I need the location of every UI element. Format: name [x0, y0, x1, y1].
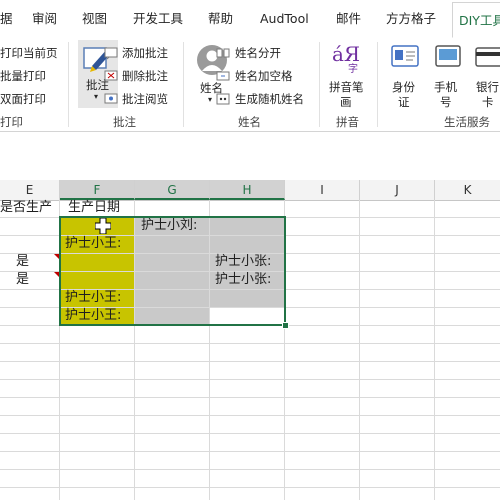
name-group-label: 姓名	[238, 115, 261, 129]
grid-line	[359, 200, 360, 500]
grid-line	[0, 469, 500, 470]
phone-number-label: 手机	[434, 80, 457, 94]
random-name-icon	[216, 93, 230, 105]
grid-line	[0, 379, 500, 380]
column-header-f[interactable]: F	[60, 180, 135, 200]
grid-line	[0, 433, 500, 434]
formula-area	[0, 132, 500, 180]
tab-fangfang[interactable]: 方方格子	[386, 0, 436, 38]
add-comment-button[interactable]: 添加批注	[122, 45, 168, 61]
pinyin-stroke-button[interactable]: áЯ 字 拼音笔 画	[326, 42, 370, 110]
grid-line	[0, 361, 500, 362]
chevron-down-icon: ▾	[208, 95, 213, 104]
column-header-i[interactable]: I	[285, 180, 360, 200]
selection-range-border	[59, 216, 286, 326]
grid-line	[0, 343, 500, 344]
bank-card-label: 银行	[476, 80, 499, 94]
bank-card-button[interactable]: 银行 卡	[472, 42, 500, 110]
ribbon: 打印当前页 批量打印 双面打印 打印 批注 ▾ 添加批注 删除批注 批注阅览 批…	[0, 38, 500, 132]
grid-line	[0, 415, 500, 416]
cell-e-header[interactable]: 是否生产	[0, 200, 52, 216]
chevron-down-icon: ▾	[94, 92, 99, 101]
phone-icon	[435, 45, 461, 67]
id-card-button[interactable]: 身份 证	[388, 42, 424, 110]
comment-group-label: 批注	[113, 115, 136, 129]
cell-cursor-icon	[95, 218, 111, 234]
group-divider	[377, 42, 378, 127]
column-header-g[interactable]: G	[135, 180, 210, 200]
add-comment-icon	[104, 47, 118, 60]
fill-handle[interactable]	[282, 322, 289, 329]
batch-print-button[interactable]: 批量打印	[0, 68, 46, 84]
tab-view[interactable]: 视图	[82, 0, 107, 38]
tab-data[interactable]: 据	[0, 0, 13, 38]
column-header-bar: E F G H I J K	[0, 180, 500, 201]
add-space-icon	[216, 71, 230, 81]
print-current-page-button[interactable]: 打印当前页	[0, 45, 58, 61]
pinyin-button-label-2: 画	[340, 95, 352, 109]
column-header-e[interactable]: E	[0, 180, 60, 200]
id-card-icon	[391, 45, 419, 67]
name-add-space-button[interactable]: 姓名加空格	[235, 68, 293, 84]
duplex-print-button[interactable]: 双面打印	[0, 91, 46, 107]
tab-diy-tools[interactable]: DIY工具	[452, 2, 500, 38]
pinyin-button-label: 拼音笔	[329, 80, 364, 94]
random-name-button[interactable]: 生成随机姓名	[235, 91, 304, 107]
tab-help[interactable]: 帮助	[208, 0, 233, 38]
tab-developer[interactable]: 开发工具	[133, 0, 183, 38]
group-divider	[183, 42, 184, 127]
worksheet-grid[interactable]: E F G H I J K 是否生产 生产日期 护士小刘: 护士小王: 护士小张…	[0, 180, 500, 500]
browse-comment-icon	[104, 93, 118, 104]
group-divider	[319, 42, 320, 127]
column-header-j[interactable]: J	[360, 180, 435, 200]
grid-line	[434, 200, 435, 500]
tab-audtool[interactable]: AudTool	[260, 0, 309, 38]
split-name-icon	[216, 48, 230, 58]
phone-number-button[interactable]: 手机 号	[430, 42, 466, 110]
id-card-label-2: 证	[398, 95, 410, 109]
split-name-button[interactable]: 姓名分开	[235, 45, 281, 61]
column-header-k[interactable]: K	[435, 180, 500, 200]
delete-comment-icon	[104, 70, 118, 81]
group-divider	[68, 42, 69, 127]
ribbon-tab-bar: 据 审阅 视图 开发工具 帮助 AudTool 邮件 方方格子 DIY工具	[0, 0, 500, 39]
tab-review[interactable]: 审阅	[32, 0, 57, 38]
cell-e-r3[interactable]: 是	[16, 254, 29, 270]
pinyin-group-label: 拼音	[336, 115, 359, 129]
grid-line	[0, 487, 500, 488]
cell-e-r4[interactable]: 是	[16, 272, 29, 288]
cell-f-header[interactable]: 生产日期	[68, 200, 120, 216]
grid-line	[0, 451, 500, 452]
grid-line	[0, 397, 500, 398]
column-header-h[interactable]: H	[210, 180, 285, 200]
delete-comment-button[interactable]: 删除批注	[122, 68, 168, 84]
pinyin-icon-char: 字	[348, 64, 358, 75]
print-group-label: 打印	[0, 115, 23, 129]
phone-number-label-2: 号	[440, 95, 452, 109]
id-card-label: 身份	[392, 80, 415, 94]
bank-card-icon	[475, 47, 500, 67]
life-service-group-label: 生活服务	[444, 115, 490, 129]
bank-card-label-2: 卡	[482, 95, 494, 109]
tab-mail[interactable]: 邮件	[336, 0, 361, 38]
browse-comments-button[interactable]: 批注阅览	[122, 91, 168, 107]
